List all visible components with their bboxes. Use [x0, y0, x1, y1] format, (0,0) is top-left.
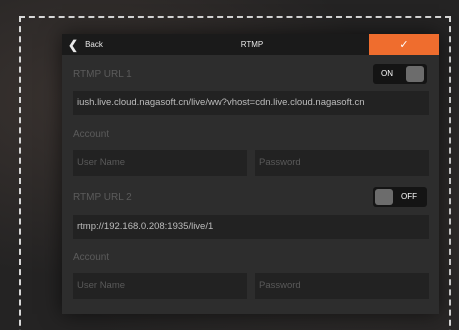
- rtmp-1-username-field[interactable]: User Name: [73, 150, 247, 176]
- rtmp-1-password-field[interactable]: Password: [255, 150, 429, 176]
- rtmp-2-password-field[interactable]: Password: [255, 273, 429, 299]
- top-bar: ❮ Back RTMP ✓: [62, 34, 439, 55]
- rtmp-url-1-label: RTMP URL 1: [73, 69, 132, 80]
- rtmp-url-1-toggle[interactable]: ON: [373, 64, 427, 84]
- rtmp-settings-panel: ❮ Back RTMP ✓ RTMP URL 1 ON iush.live.cl…: [62, 34, 439, 314]
- toggle-knob: [406, 66, 424, 82]
- rtmp-url-2-label: RTMP URL 2: [73, 192, 132, 203]
- toggle-knob: [375, 189, 393, 205]
- toggle-state-label: ON: [381, 69, 393, 78]
- account-2-label: Account: [73, 252, 110, 263]
- account-1-label: Account: [73, 129, 110, 140]
- back-button[interactable]: ❮ Back: [68, 37, 103, 52]
- checkmark-icon: ✓: [399, 39, 409, 51]
- page-title: RTMP: [240, 40, 264, 49]
- rtmp-url-2-input[interactable]: rtmp://192.168.0.208:1935/live/1: [73, 215, 429, 239]
- toggle-state-label: OFF: [401, 192, 417, 201]
- rtmp-url-1-input[interactable]: iush.live.cloud.nagasoft.cn/live/ww?vhos…: [73, 91, 429, 115]
- back-label: Back: [85, 40, 103, 49]
- confirm-button[interactable]: ✓: [369, 34, 439, 55]
- rtmp-url-2-toggle[interactable]: OFF: [373, 187, 427, 207]
- chevron-left-icon: ❮: [68, 37, 79, 52]
- rtmp-2-username-field[interactable]: User Name: [73, 273, 247, 299]
